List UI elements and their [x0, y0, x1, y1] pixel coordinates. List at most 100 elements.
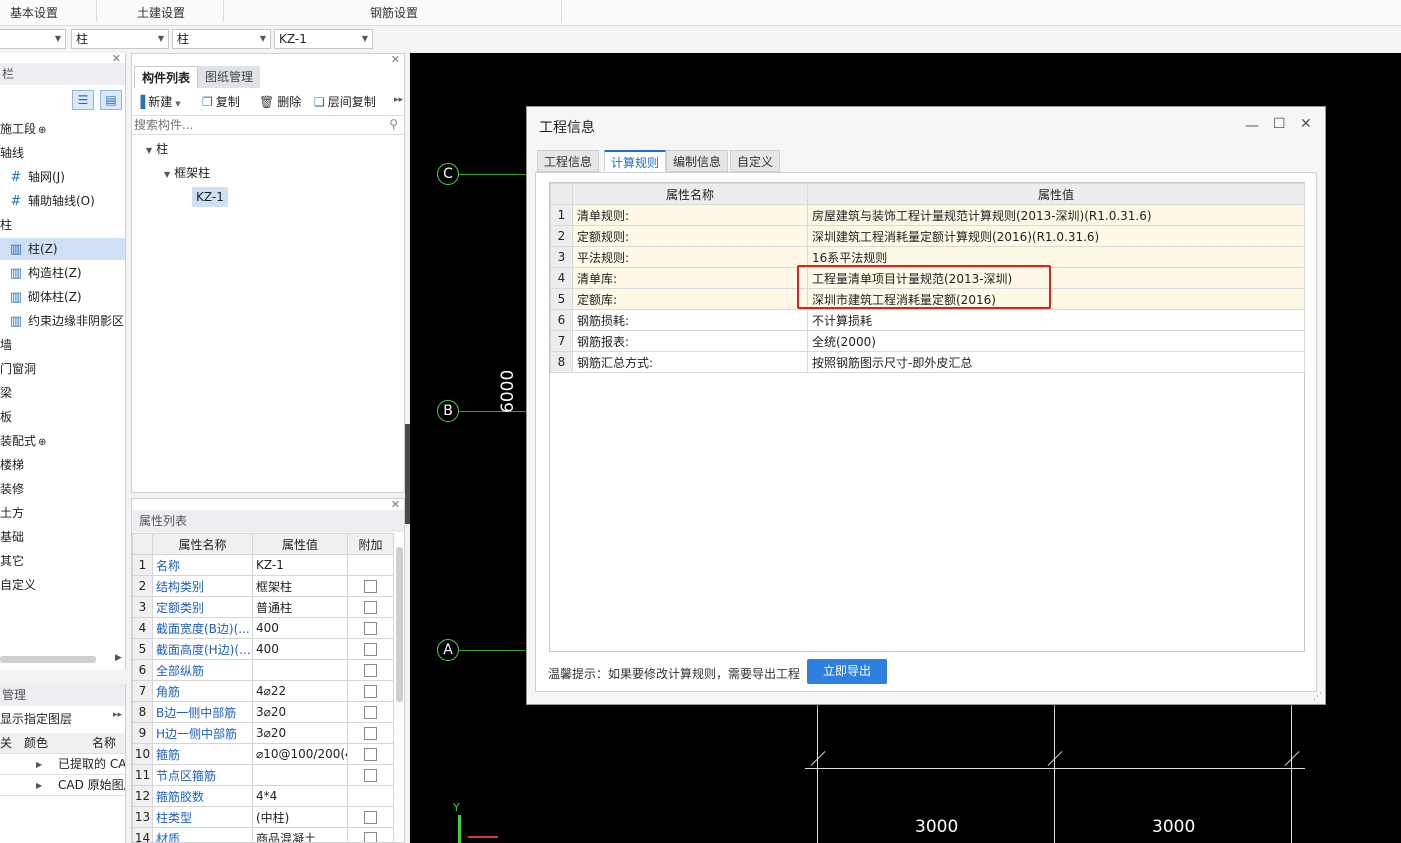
table-row[interactable]: 6 全部纵筋 [132, 659, 394, 681]
collapse-icon[interactable]: ▼ [146, 146, 152, 155]
expand-arrow-icon[interactable]: ▶ [36, 775, 42, 796]
property-value[interactable] [252, 764, 348, 786]
sidebar-item[interactable]: 装配式 ⊕ [0, 430, 125, 452]
close-icon[interactable]: ✕ [112, 53, 121, 65]
scroll-right-icon[interactable]: ▶ [115, 653, 122, 663]
tree-node-kz1[interactable]: KZ-1 [192, 187, 228, 207]
sidebar-item[interactable]: 装修 [0, 478, 125, 500]
expand-icon[interactable]: ▸▸ [113, 710, 122, 720]
tree-node-frame-column[interactable]: ▼ 框架柱 [164, 163, 210, 183]
table-row[interactable]: 3 定额类别 普通柱 [132, 596, 394, 618]
property-value[interactable]: KZ-1 [252, 554, 348, 576]
property-value[interactable]: 普通柱 [252, 596, 348, 618]
table-row[interactable]: 7 角筋 4⌀22 [132, 680, 394, 702]
expand-arrow-icon[interactable]: ▶ [36, 754, 42, 775]
property-value[interactable]: (中柱) [252, 806, 348, 828]
sidebar-item[interactable]: # 轴网(J) [0, 166, 125, 188]
sidebar-item[interactable]: 土方 [0, 502, 125, 524]
copy-button[interactable]: ❐ 复制 [202, 92, 240, 112]
property-value[interactable]: 3⌀20 [252, 701, 348, 723]
attach-checkbox[interactable] [364, 601, 377, 614]
close-icon[interactable]: ✕ [391, 53, 400, 66]
detail-view-icon[interactable]: ▤ [100, 90, 122, 110]
table-row[interactable]: 1 清单规则: 房屋建筑与装饰工程计量规范计算规则(2013-深圳)(R1.0.31… [550, 204, 1305, 226]
attach-checkbox[interactable] [364, 727, 377, 740]
table-row[interactable]: 10 箍筋 ⌀10@100/200(4 [132, 743, 394, 765]
attach-checkbox[interactable] [364, 685, 377, 698]
sidebar-item[interactable]: 门窗洞 [0, 358, 125, 380]
sidebar-item[interactable]: ▥ 柱(Z) [0, 238, 125, 260]
property-value[interactable]: 3⌀20 [252, 722, 348, 744]
type-select[interactable]: 柱 ▼ [172, 29, 271, 49]
sidebar-item[interactable]: 施工段 ⊕ [0, 118, 125, 140]
tab-basic-settings[interactable]: 基本设置 [10, 0, 58, 26]
table-row[interactable]: 4 截面宽度(B边)(... 400 [132, 617, 394, 639]
delete-button[interactable]: 🗑 删除 [259, 92, 301, 112]
property-value[interactable]: 400 [252, 617, 348, 639]
search-box[interactable]: ⚲ [132, 115, 404, 135]
close-icon[interactable]: ✕ [1300, 116, 1312, 132]
attach-checkbox[interactable] [364, 811, 377, 824]
sidebar-item[interactable]: 柱 [0, 214, 125, 236]
sidebar-item[interactable]: 楼梯 [0, 454, 125, 476]
table-row[interactable]: 1 名称 KZ-1 [132, 554, 394, 576]
table-row[interactable]: 8 钢筋汇总方式: 按照钢筋图示尺寸-即外皮汇总 [550, 351, 1305, 373]
table-row[interactable]: 12 箍筋胶数 4*4 [132, 785, 394, 807]
tree-node-column[interactable]: ▼ 柱 [146, 139, 168, 159]
attach-checkbox[interactable] [364, 748, 377, 761]
table-row[interactable]: 8 B边一侧中部筋 3⌀20 [132, 701, 394, 723]
sidebar-item[interactable]: ▥ 约束边缘非阴影区 [0, 310, 125, 332]
layer-row[interactable]: ▶ CAD 原始图层 [0, 775, 125, 796]
property-value[interactable]: 4⌀22 [252, 680, 348, 702]
table-row[interactable]: 11 节点区箍筋 [132, 764, 394, 786]
component-select[interactable]: KZ-1 ▼ [274, 29, 373, 49]
sidebar-item[interactable]: 其它 [0, 550, 125, 572]
minimize-icon[interactable]: — [1245, 118, 1259, 134]
property-value[interactable]: 框架柱 [252, 575, 348, 597]
sidebar-item[interactable]: ▥ 砌体柱(Z) [0, 286, 125, 308]
property-value[interactable]: 商品混凝土 [252, 827, 348, 842]
list-view-icon[interactable]: ☰ [72, 90, 94, 110]
attach-checkbox[interactable] [364, 622, 377, 635]
attach-checkbox[interactable] [364, 664, 377, 677]
resize-grip-icon[interactable]: ⋰ [1313, 692, 1322, 702]
attach-checkbox[interactable] [364, 706, 377, 719]
property-value[interactable] [252, 659, 348, 681]
layer-row[interactable]: ▶ 已提取的 CA [0, 754, 125, 775]
sidebar-item[interactable]: 自定义 [0, 574, 125, 596]
tab-custom[interactable]: 自定义 [730, 150, 781, 172]
collapse-icon[interactable]: ▼ [164, 170, 170, 179]
table-row[interactable]: 7 钢筋报表: 全统(2000) [550, 330, 1305, 352]
attach-checkbox[interactable] [364, 769, 377, 782]
sidebar-item[interactable]: 板 [0, 406, 125, 428]
tab-calc-rules[interactable]: 计算规则 [604, 150, 667, 172]
more-icon[interactable]: ▸▸ [394, 95, 403, 105]
property-value[interactable]: ⌀10@100/200(4 [252, 743, 348, 765]
attach-checkbox[interactable] [364, 643, 377, 656]
search-icon[interactable]: ⚲ [389, 117, 398, 131]
floor-copy-button[interactable]: ❏ 层间复制 [314, 92, 376, 112]
attach-checkbox[interactable] [364, 580, 377, 593]
attach-checkbox[interactable] [364, 832, 377, 842]
export-button[interactable]: 立即导出 [807, 659, 887, 684]
sidebar-item[interactable]: 基础 [0, 526, 125, 548]
horizontal-scrollbar[interactable] [0, 656, 96, 663]
tab-civil-settings[interactable]: 土建设置 [137, 0, 185, 26]
table-row[interactable]: 14 材质 商品混凝土 [132, 827, 394, 842]
table-row[interactable]: 13 柱类型 (中柱) [132, 806, 394, 828]
tab-project-info[interactable]: 工程信息 [537, 150, 600, 172]
sidebar-item[interactable]: 轴线 [0, 142, 125, 164]
sidebar-item[interactable]: 梁 [0, 382, 125, 404]
property-value[interactable]: 4*4 [252, 785, 348, 807]
table-row[interactable]: 2 定额规则: 深圳建筑工程消耗量定额计算规则(2016)(R1.0.31.6) [550, 225, 1305, 247]
sidebar-item[interactable]: 墙 [0, 334, 125, 356]
tab-compile-info[interactable]: 编制信息 [666, 150, 729, 172]
vertical-scrollbar[interactable] [396, 547, 403, 702]
search-input[interactable] [132, 116, 372, 134]
new-button[interactable]: ▐ 新建 ▼ [136, 92, 181, 112]
sidebar-item[interactable]: ▥ 构造柱(Z) [0, 262, 125, 284]
maximize-icon[interactable]: ☐ [1273, 116, 1286, 132]
table-row[interactable]: 2 结构类别 框架柱 [132, 575, 394, 597]
tab-drawing-management[interactable]: 图纸管理 [198, 66, 261, 88]
sidebar-item[interactable]: # 辅助轴线(O) [0, 190, 125, 212]
